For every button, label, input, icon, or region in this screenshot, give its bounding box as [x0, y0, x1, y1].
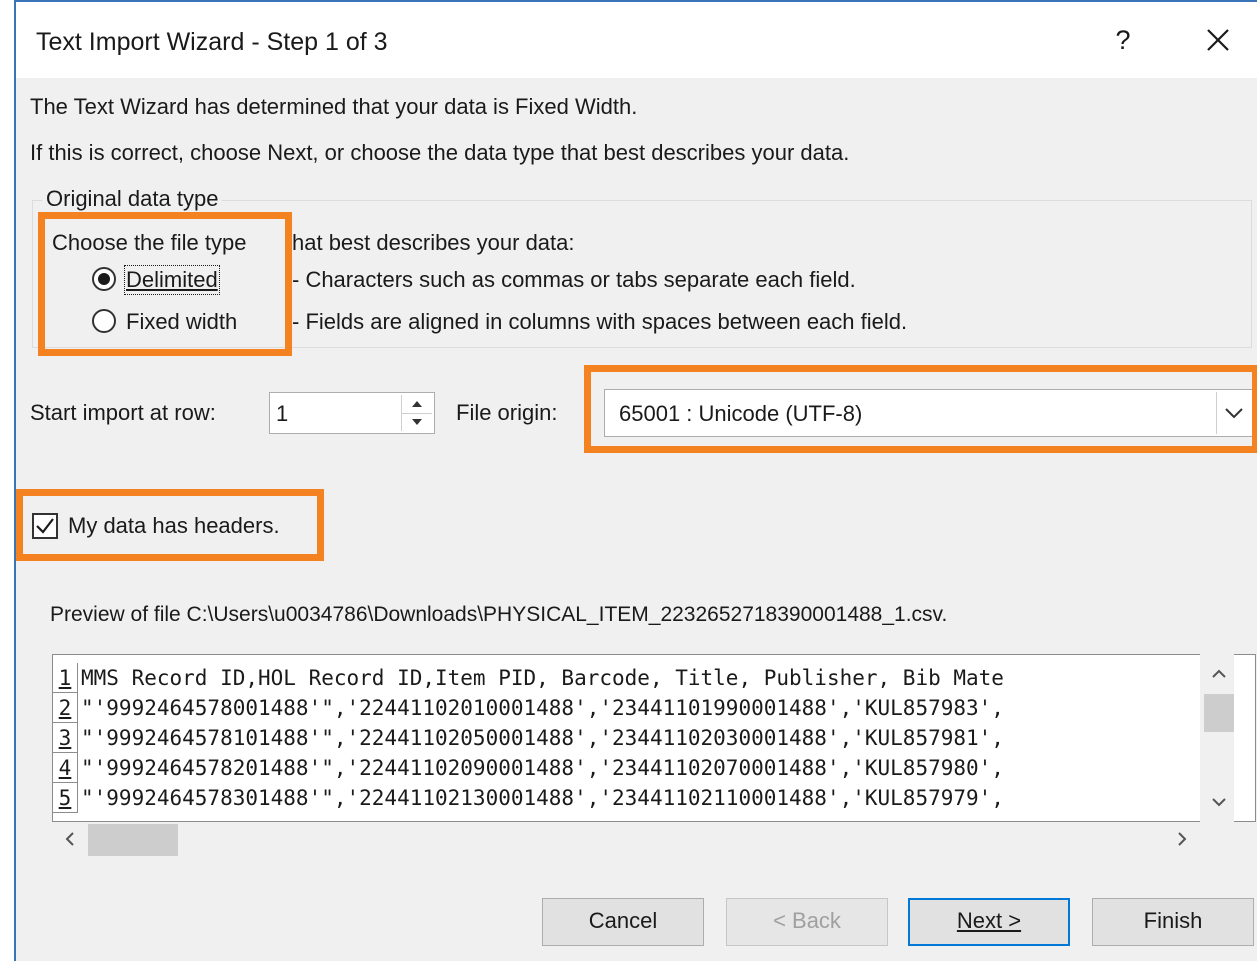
checkmark-icon	[36, 518, 54, 534]
chevron-left-icon[interactable]	[58, 827, 82, 851]
file-origin-dropdown-button[interactable]	[1216, 392, 1251, 434]
delimited-label[interactable]: Delimited	[124, 265, 220, 295]
start-row-input[interactable]	[274, 397, 398, 431]
spin-buttons	[401, 395, 432, 431]
start-row-stepper[interactable]	[269, 392, 435, 434]
back-button[interactable]: < Back	[726, 898, 888, 946]
file-type-prompt-part1: Choose the file type	[52, 230, 247, 255]
start-row-label: Start import at row:	[30, 400, 216, 425]
preview-row-text: MMS Record ID,HOL Record ID,Item PID, Ba…	[81, 666, 1004, 690]
file-type-prompt-part2: hat best describes your data:	[292, 230, 575, 255]
intro-line-1: The Text Wizard has determined that your…	[30, 94, 638, 119]
delimited-label-text: Delimited	[126, 267, 218, 292]
title-bar: Text Import Wizard - Step 1 of 3 ?	[16, 2, 1257, 78]
triangle-down-icon	[412, 419, 422, 425]
spin-down-button[interactable]	[402, 413, 432, 431]
preview-vertical-scrollbar[interactable]	[1200, 654, 1234, 822]
preview-row-number: 5	[53, 783, 78, 813]
preview-row-number: 1	[53, 663, 78, 693]
triangle-up-icon	[412, 401, 422, 407]
close-button[interactable]	[1200, 22, 1236, 58]
chevron-up-icon[interactable]	[1204, 662, 1234, 686]
chevron-down-icon[interactable]	[1204, 790, 1234, 814]
horizontal-scroll-thumb[interactable]	[88, 824, 178, 856]
radio-selected-dot	[98, 273, 110, 285]
file-origin-value: 65001 : Unicode (UTF-8)	[619, 401, 863, 426]
preview-row-text: "'9992464578001488'",'22441102010001488'…	[81, 696, 1004, 720]
preview-row-number: 2	[53, 693, 78, 723]
preview-row-text: "'9992464578101488'",'22441102050001488'…	[81, 726, 1004, 750]
text-import-wizard-dialog: Text Import Wizard - Step 1 of 3 ? The T…	[14, 0, 1257, 961]
headers-checkbox[interactable]	[32, 513, 58, 539]
help-button[interactable]: ?	[1108, 22, 1138, 58]
preview-row-text: "'9992464578201488'",'22441102090001488'…	[81, 756, 1004, 780]
fixed-width-description: - Fields are aligned in columns with spa…	[292, 309, 908, 334]
chevron-down-icon	[1225, 408, 1243, 419]
file-origin-select[interactable]: 65001 : Unicode (UTF-8)	[604, 389, 1254, 437]
preview-horizontal-scrollbar[interactable]	[52, 822, 1232, 856]
fixed-width-label[interactable]: Fixed width	[126, 309, 237, 335]
close-icon	[1207, 29, 1229, 51]
file-origin-label: File origin:	[456, 400, 558, 425]
fixed-width-radio[interactable]	[92, 309, 116, 333]
chevron-right-icon[interactable]	[1170, 827, 1194, 851]
group-legend: Original data type	[42, 186, 223, 212]
preview-row-text: "'9992464578301488'",'22441102130001488'…	[81, 786, 1004, 810]
headers-checkbox-label[interactable]: My data has headers.	[68, 513, 280, 539]
file-preview[interactable]: 1 MMS Record ID,HOL Record ID,Item PID, …	[52, 654, 1256, 822]
preview-label: Preview of file C:\Users\u0034786\Downlo…	[50, 603, 948, 626]
spin-up-button[interactable]	[402, 395, 432, 414]
vertical-scroll-thumb[interactable]	[1204, 694, 1234, 732]
next-button-label: Next >	[956, 908, 1022, 933]
cancel-button[interactable]: Cancel	[542, 898, 704, 946]
next-button[interactable]: Next >	[908, 898, 1070, 946]
preview-row-number: 4	[53, 753, 78, 783]
delimited-radio[interactable]	[92, 267, 116, 291]
intro-line-2: If this is correct, choose Next, or choo…	[30, 140, 850, 165]
window-title: Text Import Wizard - Step 1 of 3	[36, 28, 388, 56]
preview-row-number: 3	[53, 723, 78, 753]
delimited-description: - Characters such as commas or tabs sepa…	[292, 267, 856, 292]
finish-button[interactable]: Finish	[1092, 898, 1254, 946]
